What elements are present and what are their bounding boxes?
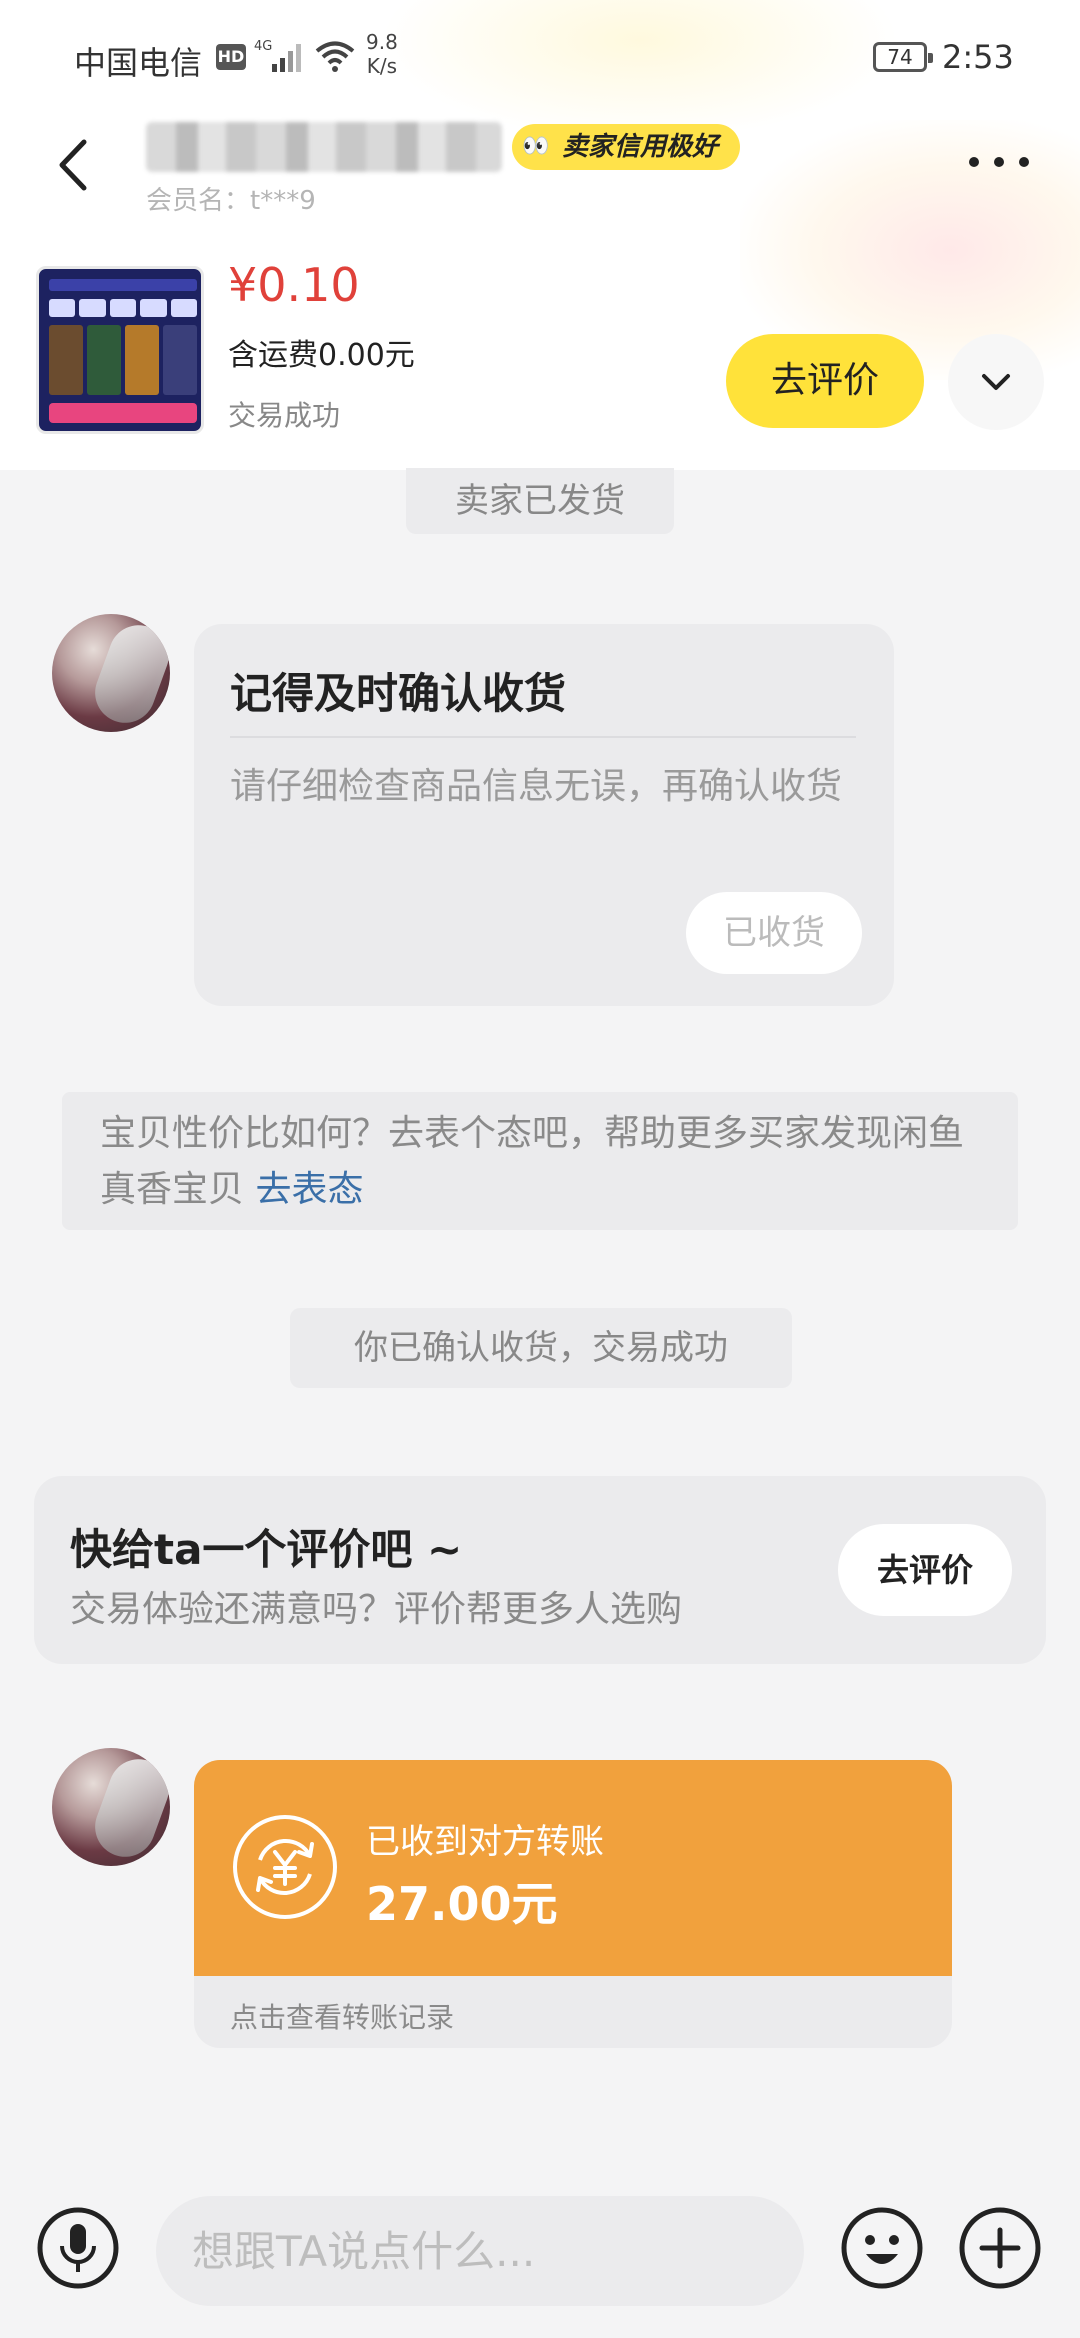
hd-icon: HD (216, 44, 246, 70)
status-bar: 中国电信 HD 4G 9.8 K/s 74 2:53 (0, 0, 1080, 110)
transfer-card[interactable]: 已收到对方转账 27.00元 点击查看转账记录 (194, 1760, 952, 2048)
transfer-label: 已收到对方转账 (366, 1822, 604, 1862)
battery-icon: 74 (873, 42, 933, 72)
network-speed-unit: K/s (366, 54, 398, 78)
transfer-card-header: 已收到对方转账 27.00元 (194, 1760, 952, 1976)
more-options-icon[interactable] (964, 144, 1034, 180)
confirm-card-description: 请仔细检查商品信息无误，再确认收货 (230, 766, 843, 807)
back-arrow-icon[interactable] (50, 130, 100, 200)
confirm-card-title: 记得及时确认收货 (230, 669, 567, 718)
expand-button[interactable] (948, 334, 1044, 430)
eyes-emoji-icon: 👀 (522, 134, 550, 159)
microphone-icon[interactable] (36, 2206, 120, 2290)
attitude-prompt: 宝贝性价比如何？去表个态吧，帮助更多买家发现闲鱼真香宝贝 去表态 (62, 1092, 1018, 1230)
review-button[interactable]: 去评价 (726, 334, 924, 428)
product-price: ¥0.10 (228, 258, 360, 312)
confirmed-notice: 你已确认收货，交易成功 (290, 1308, 792, 1388)
confirm-receipt-card: 记得及时确认收货 请仔细检查商品信息无误，再确认收货 已收货 (194, 624, 894, 1006)
message-input[interactable] (156, 2196, 804, 2306)
divider (230, 736, 856, 738)
header-area: 中国电信 HD 4G 9.8 K/s 74 2:53 👀 卖家信用极好 会员名：… (0, 0, 1080, 470)
carrier-label: 中国电信 (74, 44, 203, 82)
product-thumbnail[interactable] (36, 266, 204, 434)
attitude-link[interactable]: 去表态 (255, 1169, 363, 1210)
member-name: 会员名：t***9 (146, 186, 316, 216)
credit-badge-label: 卖家信用极好 (562, 132, 719, 162)
avatar[interactable] (52, 614, 170, 732)
review-card-title: 快给ta一个评价吧 ~ (70, 1525, 463, 1574)
input-bar (0, 2170, 1080, 2338)
network-speed-value: 9.8 (366, 30, 398, 54)
credit-badge: 👀 卖家信用极好 (512, 124, 741, 170)
review-card-subtitle: 交易体验还满意吗？评价帮更多人选购 (70, 1589, 683, 1630)
review-card-button[interactable]: 去评价 (838, 1524, 1012, 1616)
emoji-icon[interactable] (840, 2206, 924, 2290)
yuan-exchange-icon (233, 1815, 337, 1919)
attitude-text: 宝贝性价比如何？去表个态吧，帮助更多买家发现闲鱼真香宝贝 (100, 1113, 965, 1210)
avatar[interactable] (52, 1748, 170, 1866)
chevron-down-icon (982, 374, 1010, 390)
transfer-amount: 27.00元 (366, 1877, 558, 1931)
clock: 2:53 (942, 38, 1014, 76)
svg-text:4G: 4G (254, 39, 272, 54)
received-button[interactable]: 已收货 (686, 892, 862, 974)
cellular-signal-icon: 4G (254, 39, 301, 72)
transfer-record-link[interactable]: 点击查看转账记录 (230, 1996, 454, 2036)
trade-status: 交易成功 (228, 399, 341, 432)
seller-name-blurred[interactable] (146, 122, 502, 172)
review-prompt-card: 快给ta一个评价吧 ~ 交易体验还满意吗？评价帮更多人选购 去评价 (34, 1476, 1046, 1664)
shipped-notice: 卖家已发货 (406, 468, 674, 534)
shipping-fee: 含运费0.00元 (228, 338, 415, 373)
wifi-icon (315, 41, 355, 72)
network-speed: 9.8 K/s (366, 30, 398, 78)
plus-icon[interactable] (958, 2206, 1042, 2290)
